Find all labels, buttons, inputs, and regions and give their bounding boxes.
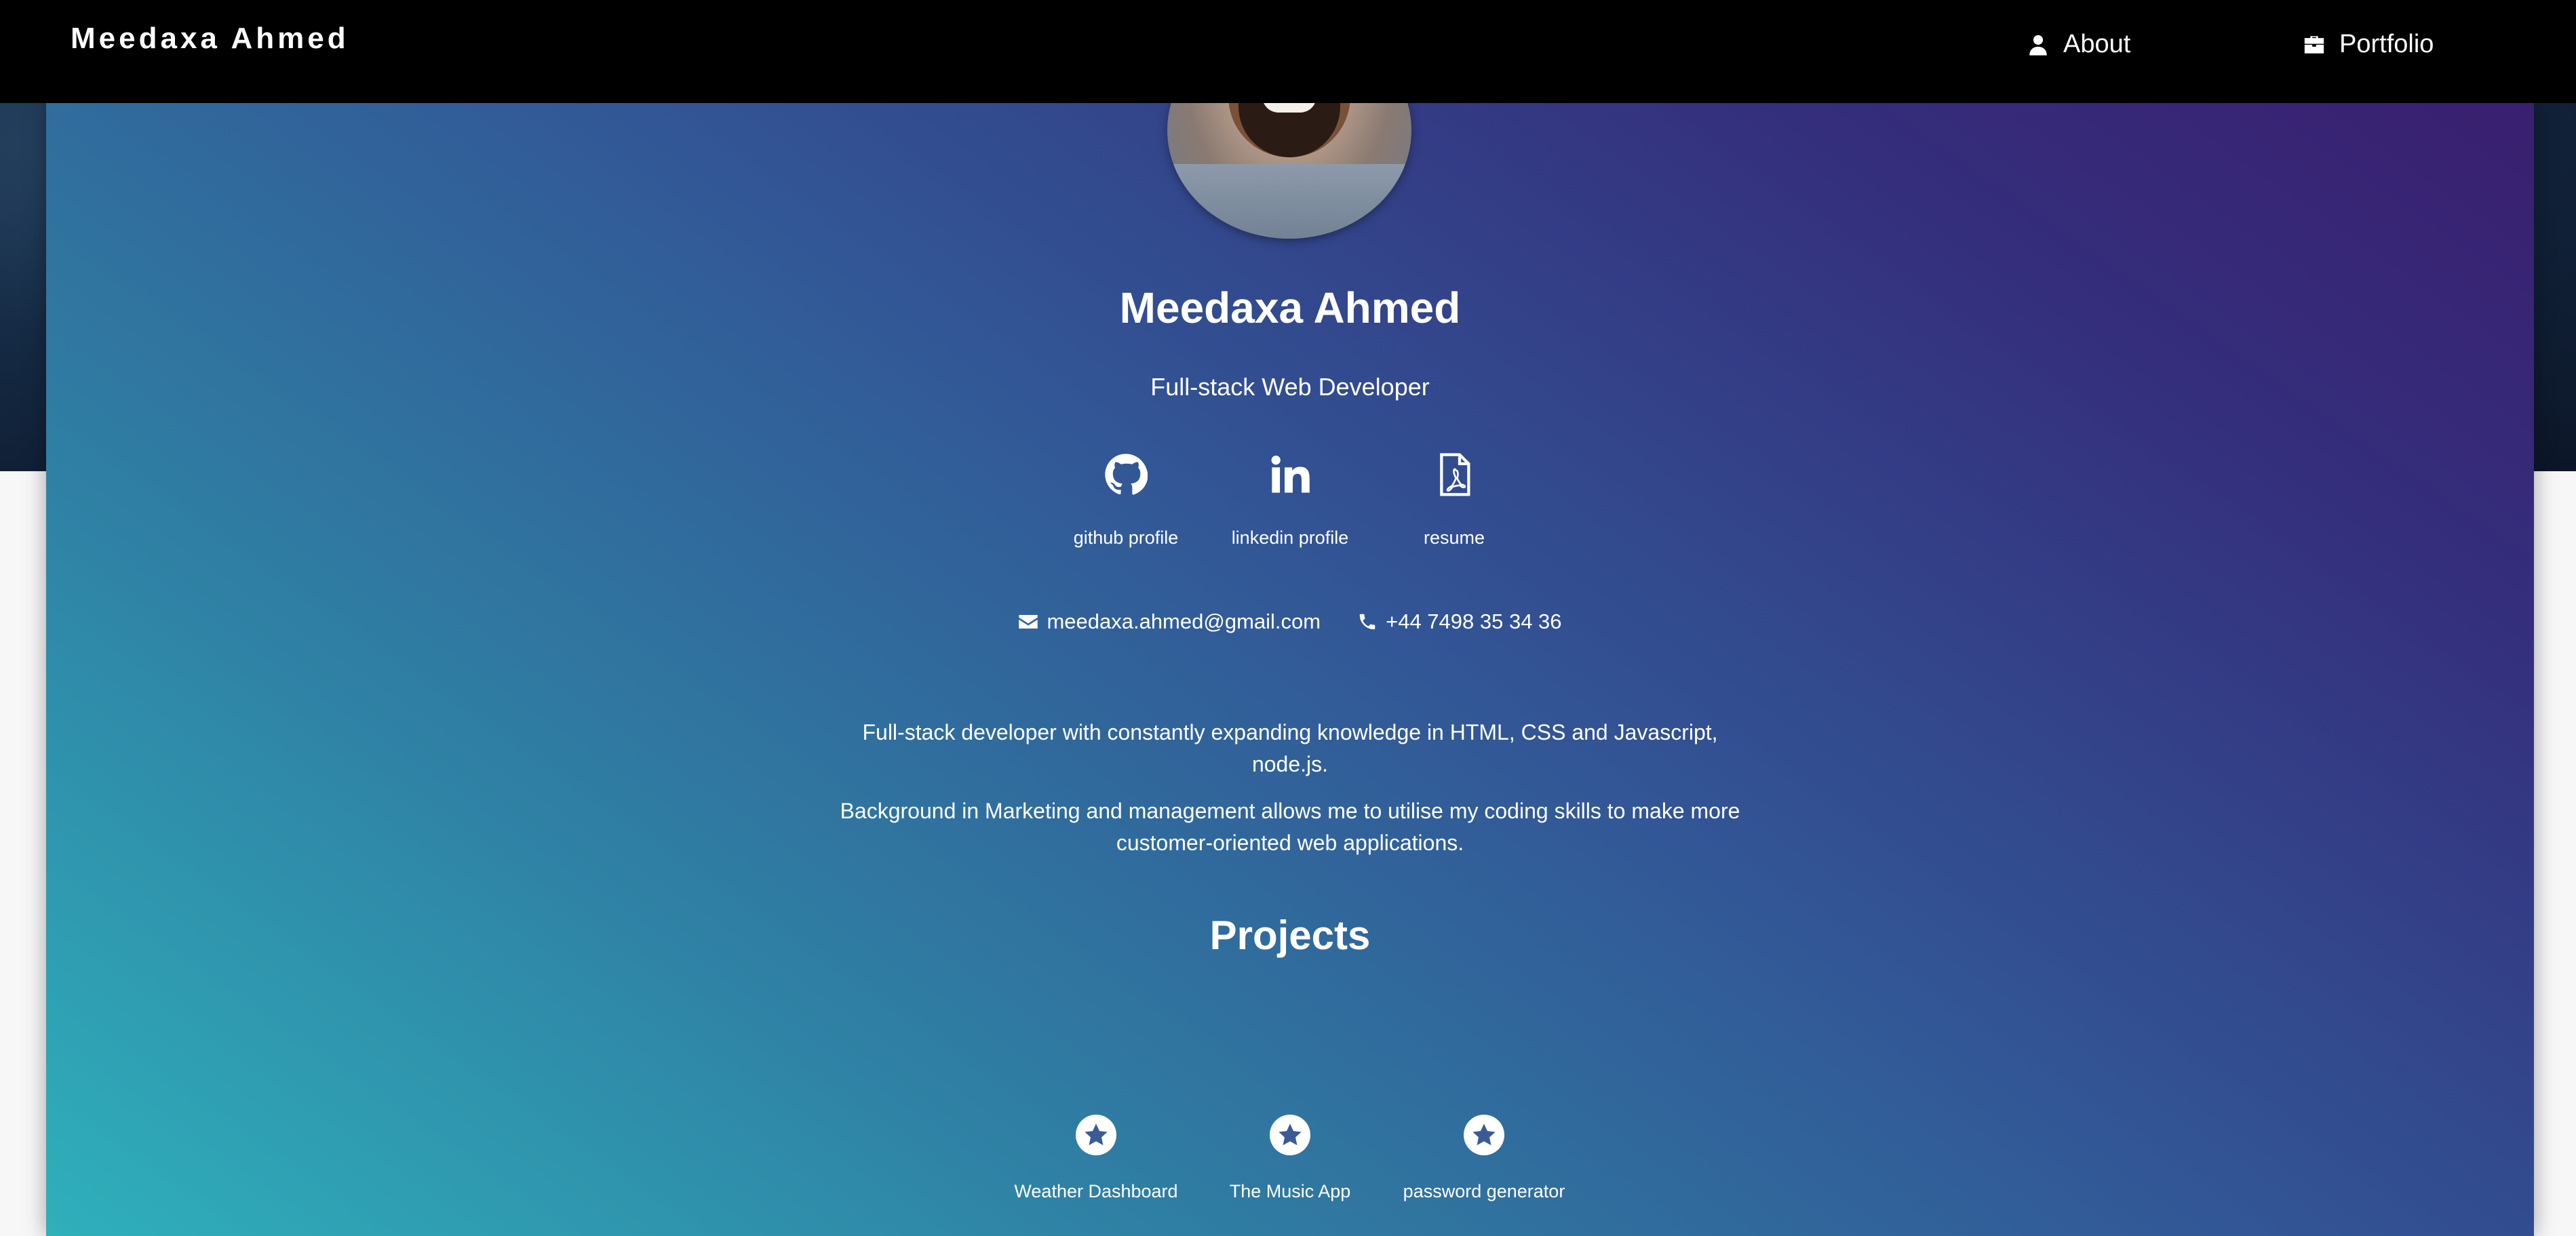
linkedin-label: linkedin profile [1231, 527, 1349, 548]
project-label: Weather Dashboard [1014, 1181, 1178, 1201]
envelope-icon [1019, 615, 1038, 629]
phone-link[interactable]: +44 7498 35 34 36 [1357, 610, 1562, 634]
star-icon [1464, 1115, 1504, 1155]
profile-card: Meedaxa Ahmed Full-stack Web Developer g… [46, 22, 2534, 1236]
contact-info: meedaxa.ahmed@gmail.com +44 7498 35 34 3… [46, 610, 2534, 634]
project-label: The Music App [1229, 1181, 1351, 1201]
profile-links: github profile linkedin profile resume [46, 447, 2534, 549]
star-icon [1076, 1115, 1116, 1155]
github-icon [1099, 447, 1153, 502]
projects-title: Projects [1209, 913, 1371, 958]
email-text: meedaxa.ahmed@gmail.com [1047, 610, 1321, 633]
star-icon [1270, 1115, 1310, 1155]
github-label: github profile [1073, 527, 1179, 548]
project-password-generator[interactable]: password generator [1394, 1115, 1574, 1202]
phone-text: +44 7498 35 34 36 [1386, 610, 1562, 633]
nav-about-link[interactable]: About [2027, 30, 2130, 59]
resume-link[interactable]: resume [1372, 447, 1536, 549]
projects-list: Weather Dashboard The Music App password… [46, 1115, 2534, 1202]
navbar: Meedaxa Ahmed About Portfolio [0, 0, 2576, 103]
email-link[interactable]: meedaxa.ahmed@gmail.com [1018, 610, 1321, 634]
project-label: password generator [1403, 1181, 1565, 1201]
about-section: Full-stack developer with constantly exp… [833, 717, 1747, 859]
briefcase-icon [2304, 35, 2324, 54]
profile-name: Meedaxa Ahmed [1119, 283, 1461, 332]
linkedin-icon [1263, 447, 1317, 502]
resume-label: resume [1423, 527, 1485, 548]
github-link[interactable]: github profile [1044, 447, 1208, 549]
about-paragraph-1: Full-stack developer with constantly exp… [862, 720, 1718, 776]
nav-portfolio-link[interactable]: Portfolio [2303, 30, 2434, 59]
brand-name[interactable]: Meedaxa Ahmed [71, 22, 349, 56]
project-weather-dashboard[interactable]: Weather Dashboard [1007, 1115, 1186, 1202]
project-music-app[interactable]: The Music App [1201, 1115, 1380, 1202]
phone-icon [1359, 614, 1375, 630]
profile-role: Full-stack Web Developer [1150, 373, 1430, 401]
nav-about-label: About [2063, 30, 2131, 58]
nav-portfolio-label: Portfolio [2339, 30, 2434, 58]
user-icon [2029, 35, 2047, 56]
about-paragraph-2: Background in Marketing and management a… [840, 799, 1740, 855]
pdf-file-icon [1427, 447, 1481, 502]
linkedin-link[interactable]: linkedin profile [1208, 447, 1372, 549]
